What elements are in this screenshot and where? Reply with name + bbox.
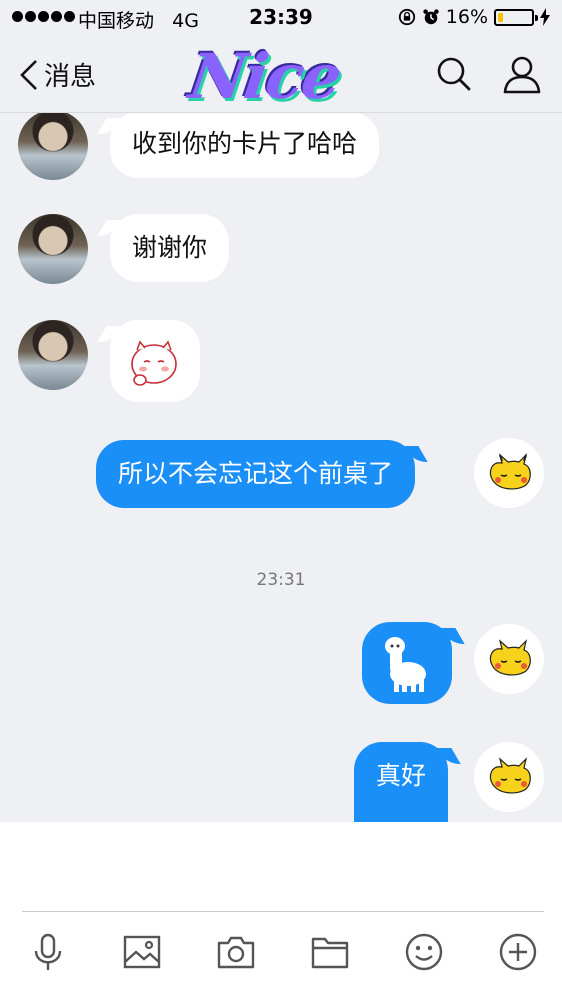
- message-input[interactable]: [22, 842, 544, 910]
- sticker-bubble-outgoing[interactable]: [362, 622, 452, 704]
- plus-icon: [499, 933, 537, 971]
- alarm-icon: [423, 9, 439, 25]
- charging-bolt-icon: [540, 8, 550, 26]
- microphone-icon: [34, 933, 62, 970]
- nav-bar: 消息 Nice: [0, 36, 562, 113]
- search-icon[interactable]: [436, 56, 472, 92]
- nice-logo: Nice: [184, 40, 345, 113]
- my-avatar[interactable]: [474, 438, 544, 508]
- my-avatar[interactable]: [474, 742, 544, 812]
- emoji-button[interactable]: [402, 930, 446, 974]
- contact-avatar[interactable]: [18, 320, 88, 390]
- camera-button[interactable]: [214, 930, 258, 974]
- alpaca-sticker: [385, 637, 426, 692]
- chevron-left-icon: [20, 59, 37, 90]
- message-bubble-outgoing[interactable]: 真好: [354, 742, 449, 822]
- cat-sticker: [131, 340, 177, 386]
- chat-timestamp: 23:31: [256, 570, 306, 590]
- image-icon: [123, 935, 161, 969]
- camera-icon: [217, 936, 255, 969]
- input-panel: [0, 822, 562, 1000]
- emoji-icon: [405, 933, 443, 971]
- input-underline: [22, 911, 544, 912]
- message-bubble-outgoing[interactable]: 所以不会忘记这个前桌了: [96, 440, 416, 508]
- image-button[interactable]: [120, 930, 164, 974]
- voice-button[interactable]: [26, 930, 70, 974]
- folder-icon: [311, 937, 349, 969]
- sticker-bubble-incoming[interactable]: [110, 320, 200, 402]
- contact-avatar[interactable]: [18, 112, 88, 180]
- contact-avatar[interactable]: [18, 214, 88, 284]
- message-bubble-incoming[interactable]: 收到你的卡片了哈哈: [110, 112, 380, 178]
- pikachu-avatar-icon: [489, 453, 531, 490]
- status-bar: 中国移动 4G 23:39 16%: [0, 0, 562, 36]
- more-button[interactable]: [496, 930, 540, 974]
- back-button[interactable]: 消息: [18, 56, 96, 93]
- folder-button[interactable]: [308, 930, 352, 974]
- message-bubble-incoming[interactable]: 谢谢你: [110, 214, 230, 282]
- back-label: 消息: [44, 62, 97, 92]
- battery-icon: [494, 8, 538, 26]
- my-avatar[interactable]: [474, 624, 544, 694]
- rotation-lock-icon: [398, 8, 415, 26]
- chat-area[interactable]: 收到你的卡片了哈哈 谢谢你 所以不会忘记这个前桌了 23:31 真好: [0, 112, 562, 822]
- battery-percent: 16%: [445, 6, 488, 28]
- profile-icon[interactable]: [502, 54, 542, 94]
- pikachu-avatar-icon: [489, 757, 531, 794]
- pikachu-avatar-icon: [489, 639, 531, 676]
